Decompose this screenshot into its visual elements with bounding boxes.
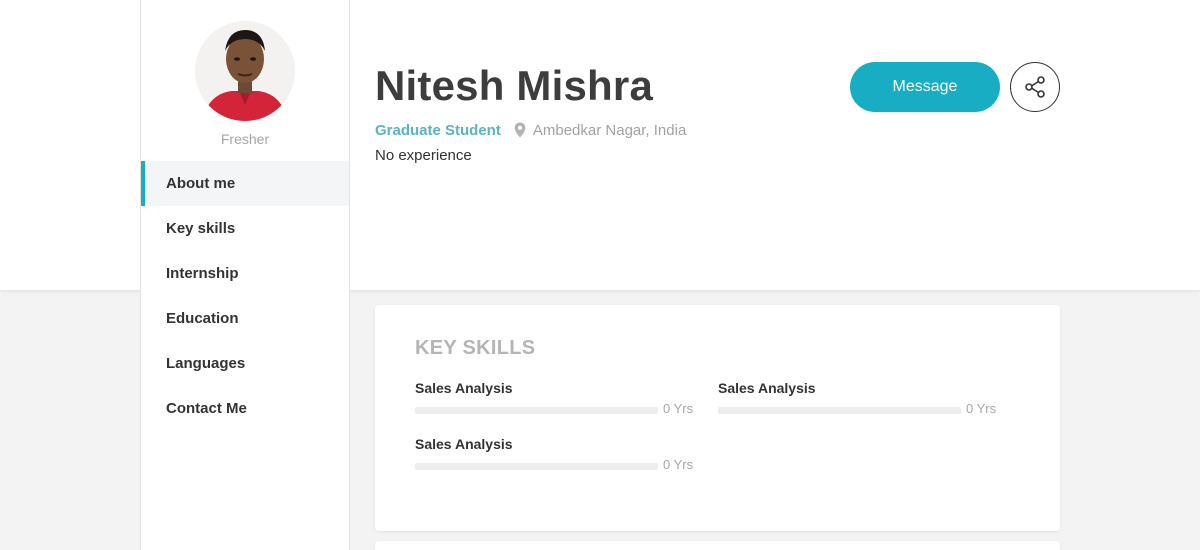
skill-name: Sales Analysis <box>415 380 513 396</box>
profile-name: Nitesh Mishra <box>375 62 653 109</box>
avatar <box>195 21 295 121</box>
profile-sidebar: Fresher About me Key skills Internship E… <box>140 0 350 550</box>
profile-location: Ambedkar Nagar, India <box>532 121 687 139</box>
profile-subline: Graduate Student Ambedkar Nagar, India <box>375 120 686 140</box>
sidebar-nav: About me Key skills Internship Education… <box>141 161 349 431</box>
skill-progress-bar <box>415 463 658 470</box>
skill-years: 0 Yrs <box>663 457 694 472</box>
skill-progress-bar <box>415 407 658 414</box>
skill-item: Sales Analysis 0 Yrs <box>718 380 998 420</box>
profile-title: Graduate Student <box>375 121 501 139</box>
key-skills-title: KEY SKILLS <box>415 337 536 359</box>
share-button[interactable] <box>1010 62 1060 112</box>
skill-name: Sales Analysis <box>415 436 513 452</box>
skill-progress-bar <box>718 407 961 414</box>
profile-role: Fresher <box>220 131 270 147</box>
sidebar-item-internship[interactable]: Internship <box>141 251 349 296</box>
skill-name: Sales Analysis <box>718 380 816 396</box>
sidebar-item-education[interactable]: Education <box>141 296 349 341</box>
skill-item: Sales Analysis 0 Yrs <box>415 380 695 420</box>
sidebar-item-languages[interactable]: Languages <box>141 341 349 386</box>
map-pin-icon <box>514 122 526 138</box>
sidebar-item-about-me[interactable]: About me <box>141 161 349 206</box>
message-button[interactable]: Message <box>850 62 1000 112</box>
profile-experience: No experience <box>375 147 472 164</box>
skill-years: 0 Yrs <box>663 401 694 416</box>
next-section-card <box>375 541 1060 550</box>
skill-years: 0 Yrs <box>966 401 997 416</box>
avatar-photo-icon <box>195 21 295 121</box>
sidebar-item-contact-me[interactable]: Contact Me <box>141 386 349 431</box>
share-icon <box>1025 76 1045 98</box>
sidebar-item-key-skills[interactable]: Key skills <box>141 206 349 251</box>
key-skills-card: KEY SKILLS Sales Analysis 0 Yrs Sales An… <box>375 305 1060 531</box>
skill-item: Sales Analysis 0 Yrs <box>415 436 695 476</box>
